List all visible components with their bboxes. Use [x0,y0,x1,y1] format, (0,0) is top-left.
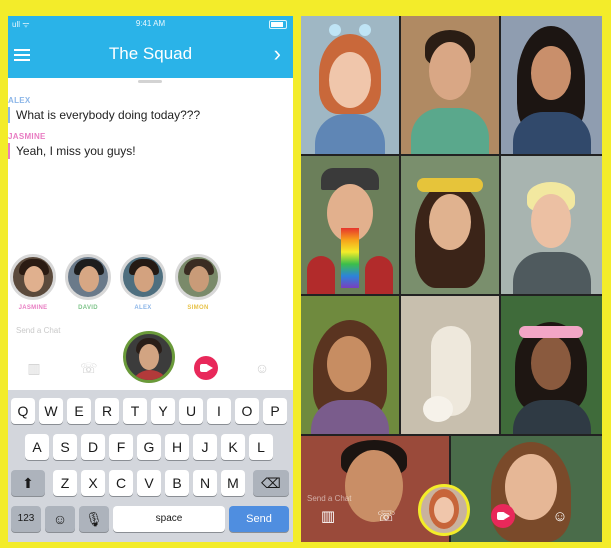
self-camera-preview[interactable] [123,331,175,383]
emoji-icon[interactable]: ☺ [551,508,569,526]
key[interactable]: M [221,470,245,496]
message-item: JASMINE Yeah, I miss you guys! [8,132,136,159]
microphone-key[interactable]: 🎙 [79,506,109,532]
emoji-icon[interactable]: ☺ [254,360,270,376]
key[interactable]: E [67,398,91,424]
key[interactable]: T [123,398,147,424]
key[interactable]: Y [151,398,175,424]
battery-icon [269,20,287,29]
composer-placeholder[interactable]: Send a Chat [16,326,60,335]
message-sender: JASMINE [8,132,46,141]
participant-name: JASMINE [18,305,48,311]
phone-icon[interactable]: ☏ [377,508,396,526]
key[interactable]: H [165,434,189,460]
participant-avatar[interactable]: JASMINE [8,254,58,311]
key[interactable]: U [179,398,203,424]
key[interactable]: J [193,434,217,460]
video-tile[interactable] [301,156,399,294]
key[interactable]: W [39,398,63,424]
phone-icon[interactable]: ☏ [80,360,98,376]
video-tile[interactable] [401,156,499,294]
key[interactable]: X [81,470,105,496]
composer-bar: Send a Chat ▥ ☏ ☺ [8,326,293,394]
video-tile[interactable] [401,296,499,434]
video-tile[interactable] [501,296,602,434]
sticker-icon[interactable]: ▥ [26,360,42,376]
key[interactable]: L [249,434,273,460]
message-item: ALEX What is everybody doing today??? [8,96,200,123]
key[interactable]: V [137,470,161,496]
key[interactable]: B [165,470,189,496]
participant-name: ALEX [134,305,152,311]
send-key[interactable]: Send [229,506,289,532]
key[interactable]: F [109,434,133,460]
key[interactable]: S [53,434,77,460]
drag-handle[interactable] [138,80,162,83]
key[interactable]: G [137,434,161,460]
numbers-key[interactable]: 123 [11,506,41,532]
sticker-icon[interactable]: ▥ [319,508,337,526]
participant-name: DAVID [78,305,98,311]
key[interactable]: N [193,470,217,496]
key[interactable]: P [263,398,287,424]
backspace-key[interactable]: ⌫ [253,470,289,496]
key[interactable]: D [81,434,105,460]
video-tile[interactable] [301,296,399,434]
participant-avatar[interactable]: DAVID [63,254,113,311]
chevron-right-icon[interactable]: › [274,41,281,67]
video-tile[interactable] [301,16,399,154]
video-call-button[interactable] [194,356,218,380]
key[interactable]: R [95,398,119,424]
participant-avatar[interactable]: ALEX [118,254,168,311]
status-time: 9:41 AM [135,19,166,28]
participant-avatar[interactable]: SIMON [173,254,223,311]
key[interactable]: I [207,398,231,424]
keyboard: Q W E R T Y U I O P A S D F G H J K L ⬆ … [8,390,293,542]
video-tile[interactable] [401,16,499,154]
key[interactable]: Z [53,470,77,496]
key[interactable]: K [221,434,245,460]
emoji-key[interactable]: ☺ [45,506,75,532]
key[interactable]: O [235,398,259,424]
message-text: What is everybody doing today??? [8,107,200,123]
chat-screen: ull ᯤ 9:41 AM The Squad › ALEX What is e… [8,16,293,542]
status-bar: ull ᯤ 9:41 AM [8,16,293,32]
key[interactable]: A [25,434,49,460]
video-tile[interactable] [501,156,602,294]
chat-header: The Squad › [8,32,293,78]
message-sender: ALEX [8,96,31,105]
video-call-button[interactable] [491,504,515,528]
self-camera-preview[interactable] [418,484,470,536]
group-video-screen: Send a Chat ▥ ☏ ☺ [301,16,602,542]
key[interactable]: Q [11,398,35,424]
message-text: Yeah, I miss you guys! [8,143,136,159]
video-tile[interactable] [501,16,602,154]
participant-strip: JASMINE DAVID ALEX SIMON [8,254,293,324]
shift-key[interactable]: ⬆ [11,470,45,496]
chat-title: The Squad [108,44,193,63]
key[interactable]: C [109,470,133,496]
video-call-toolbar: ▥ ☏ ☺ [301,484,602,542]
space-key[interactable]: space [113,506,225,532]
participant-name: SIMON [187,305,209,311]
